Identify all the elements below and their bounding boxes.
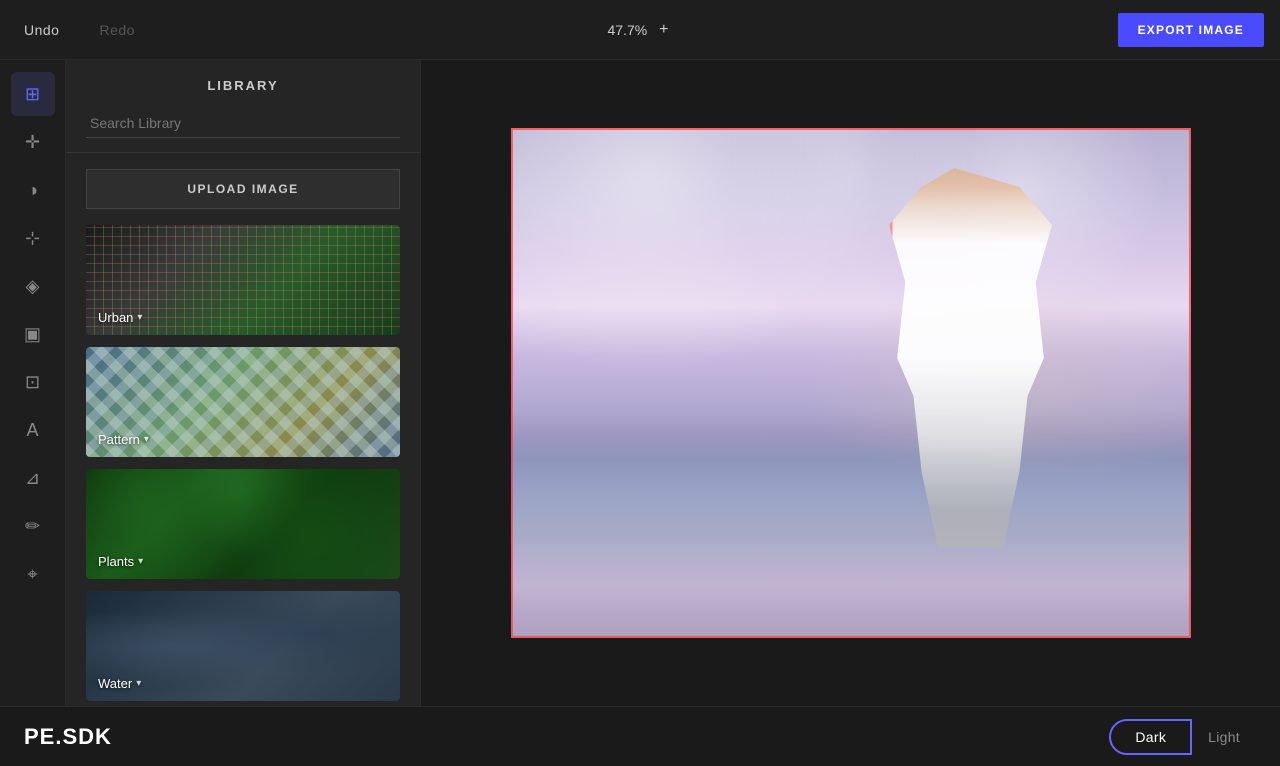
- paint-icon: ◑: [27, 180, 38, 201]
- urban-label: Urban ▾: [98, 310, 142, 325]
- text-icon: A: [26, 420, 38, 441]
- sidebar-item-text[interactable]: A: [11, 408, 55, 452]
- sidebar-item-paint[interactable]: ◑: [11, 168, 55, 212]
- zoom-value: 47.7%: [607, 22, 647, 38]
- nodes-icon: ⊹: [25, 228, 40, 249]
- upload-button[interactable]: UPLOAD IMAGE: [86, 169, 400, 209]
- theme-switcher: Dark Light: [1109, 719, 1256, 755]
- person-figure: [871, 168, 1071, 588]
- canvas-image[interactable]: [511, 128, 1191, 638]
- zoom-plus-button[interactable]: +: [655, 19, 672, 41]
- sidebar-item-layers[interactable]: ⊞: [11, 72, 55, 116]
- library-item-plants[interactable]: Plants ▾: [86, 469, 400, 579]
- sidebar-item-drop[interactable]: ◈: [11, 264, 55, 308]
- plants-chevron-icon: ▾: [138, 556, 143, 567]
- sidebar-item-nodes[interactable]: ⊹: [11, 216, 55, 260]
- toolbar: Undo Redo 47.7% + EXPORT IMAGE: [0, 0, 1280, 60]
- sidebar-item-crop[interactable]: ⊡: [11, 360, 55, 404]
- beach-scene: [511, 128, 1191, 638]
- library-title: LIBRARY: [86, 78, 400, 93]
- library-item-urban[interactable]: Urban ▾: [86, 225, 400, 335]
- toolbar-center: 47.7% +: [607, 19, 672, 41]
- canvas-area: [421, 60, 1280, 706]
- crop-icon: ⊡: [25, 372, 40, 393]
- icon-sidebar: ⊞ ✛ ◑ ⊹ ◈ ▣ ⊡ A ⊿ ✏ ⌖: [0, 60, 66, 706]
- library-header: LIBRARY: [66, 60, 420, 153]
- selection-outline: [511, 128, 1191, 638]
- brush-icon: ✏: [25, 516, 40, 537]
- library-item-pattern[interactable]: Pattern ▾: [86, 347, 400, 457]
- redo-button[interactable]: Redo: [91, 18, 142, 42]
- plants-label: Plants ▾: [98, 554, 143, 569]
- sidebar-item-frame[interactable]: ▣: [11, 312, 55, 356]
- undo-button[interactable]: Undo: [16, 18, 67, 42]
- bottom-bar: PE.SDK Dark Light: [0, 706, 1280, 766]
- sidebar-item-brush[interactable]: ✏: [11, 504, 55, 548]
- library-list: Urban ▾ Pattern ▾ Plants ▾: [66, 225, 420, 706]
- sidebar-item-lasso[interactable]: ⌖: [11, 552, 55, 596]
- light-theme-button[interactable]: Light: [1192, 721, 1256, 753]
- export-button[interactable]: EXPORT IMAGE: [1118, 13, 1264, 47]
- main-content: ⊞ ✛ ◑ ⊹ ◈ ▣ ⊡ A ⊿ ✏ ⌖: [0, 60, 1280, 706]
- layers-icon: ⊞: [25, 84, 40, 105]
- library-panel: LIBRARY UPLOAD IMAGE Urban ▾ Pattern ▾: [66, 60, 421, 706]
- pattern-label: Pattern ▾: [98, 432, 149, 447]
- add-icon: ✛: [25, 132, 40, 153]
- library-item-water[interactable]: Water ▾: [86, 591, 400, 701]
- dark-theme-button[interactable]: Dark: [1109, 719, 1192, 755]
- sidebar-item-add[interactable]: ✛: [11, 120, 55, 164]
- sidebar-item-bookmark[interactable]: ⊿: [11, 456, 55, 500]
- water-chevron-icon: ▾: [136, 678, 141, 689]
- logo: PE.SDK: [24, 724, 112, 750]
- bookmark-icon: ⊿: [25, 468, 40, 489]
- water-label: Water ▾: [98, 676, 141, 691]
- drop-icon: ◈: [26, 276, 40, 297]
- lasso-icon: ⌖: [27, 564, 37, 585]
- toolbar-left: Undo Redo: [16, 18, 1118, 42]
- urban-chevron-icon: ▾: [137, 312, 142, 323]
- search-input[interactable]: [86, 109, 400, 138]
- pattern-chevron-icon: ▾: [144, 434, 149, 445]
- frame-icon: ▣: [24, 324, 41, 345]
